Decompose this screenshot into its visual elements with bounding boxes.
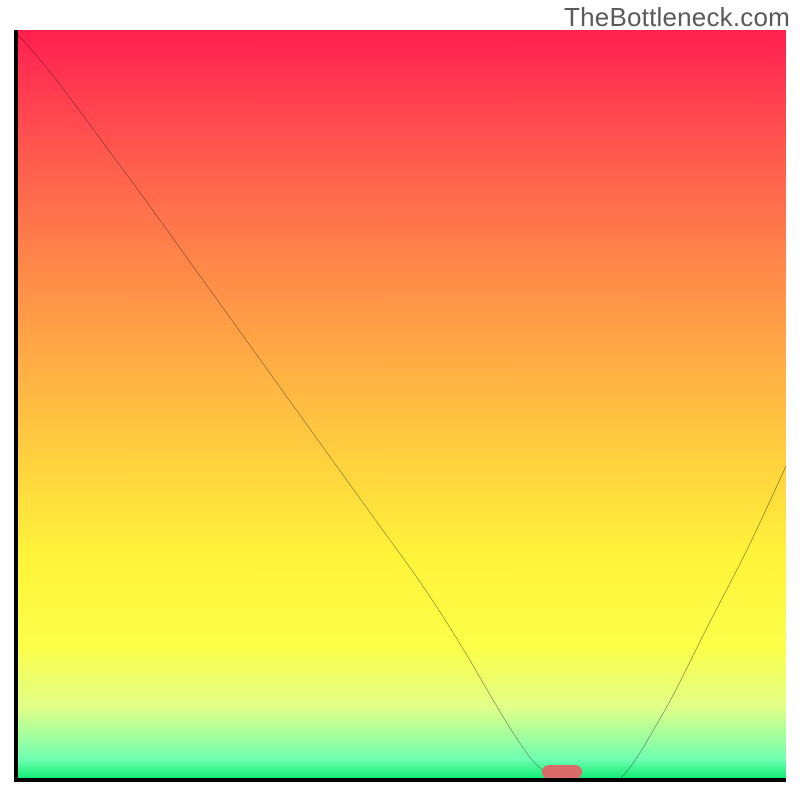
curve-path [14, 30, 786, 782]
bottleneck-curve [14, 30, 786, 782]
chart-container: TheBottleneck.com [0, 0, 800, 800]
watermark-text: TheBottleneck.com [564, 2, 790, 33]
plot-area [14, 30, 786, 782]
optimal-marker [542, 765, 582, 779]
